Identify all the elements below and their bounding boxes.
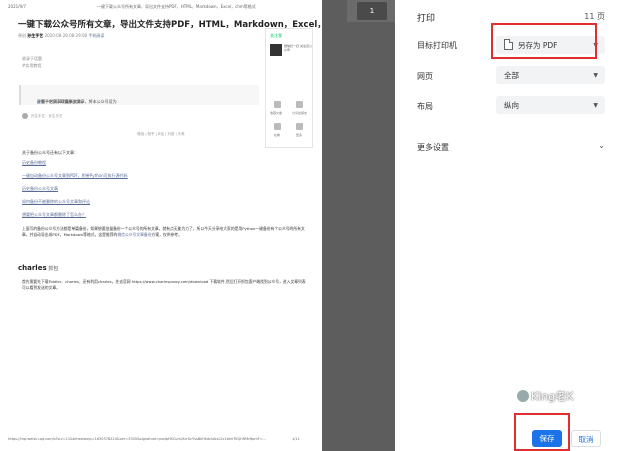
page-header-date: 2021/9/7 — [8, 4, 26, 9]
print-settings-panel: 打印 11 页 目标打印机 另存为 PDF ▼ 网页 全部 ▼ 布局 纵向 ▼ … — [395, 0, 619, 451]
follow-desc: 微信扫一扫 关注该公众号 — [284, 44, 312, 52]
print-title: 打印 — [417, 14, 436, 24]
meta-date: 2020-08-28 08:29:08 — [44, 33, 88, 38]
share-icon — [296, 101, 303, 108]
chevron-down-icon[interactable]: ⌄ — [598, 141, 605, 150]
pages-select[interactable]: 全部 ▼ — [496, 66, 605, 84]
sheet-count: 11 页 — [584, 12, 605, 21]
page-footer-url: https://mp.weixin.qq.com/s?src=11&timest… — [8, 437, 267, 441]
meta-link: 手机阅读 — [88, 33, 105, 38]
article-link: 想要把公众号文章都删除了怎么办？ — [22, 212, 86, 217]
article-link: 历史备份教程 — [22, 160, 46, 165]
destination-highlight-box — [491, 23, 597, 59]
destination-label: 目标打印机 — [417, 41, 457, 50]
author-avatar — [22, 113, 28, 119]
meta-prefix: 原创 — [18, 33, 26, 38]
more-settings-toggle[interactable]: 更多设置 — [417, 142, 449, 153]
author-line: 孙生手艺：孙生手艺 — [31, 114, 63, 118]
section-heading: charles 抓包 — [18, 264, 59, 272]
pages-value: 全部 — [504, 71, 519, 80]
follow-card: 关注我 微信扫一扫 关注该公众号 收藏文章 分享给朋友 在看 更多 — [265, 28, 313, 148]
topic-tag: #实用教程 — [22, 63, 42, 68]
article-link: 如何备份不被删除的公众号文章和评论 — [22, 199, 90, 204]
watermark: King老K — [517, 388, 573, 404]
preview-scroll-area[interactable] — [322, 0, 395, 451]
page-number-badge: 1 — [357, 2, 387, 20]
topic-label: 收录于话题 — [22, 56, 42, 61]
article-link: 历史备份公众号文章 — [22, 186, 58, 191]
body-paragraph: 上面写的备份公众号方法都是单篇备份，如果想要批量备份一个公众号的所有文章，就有点… — [22, 226, 305, 237]
page-header-title: 一键下载公众号所有文章，导出文件支持PDF，HTML，Markdown，Exce… — [97, 4, 256, 9]
article-meta: 原创 孙生手艺 2020-08-28 08:29:08 手机阅读 — [18, 33, 104, 39]
layout-select[interactable]: 纵向 ▼ — [496, 96, 605, 114]
card-icon-label: 分享给朋友 — [292, 111, 308, 115]
save-highlight-box — [514, 413, 570, 451]
quote-block: 孙生手艺第167篇原创文章，将本公众号设为 星标 ，第一时间获取最新文章。 — [19, 85, 259, 105]
social-links: 微信 | 知乎 | B站 | 抖音 | 头条 — [137, 132, 185, 136]
more-icon — [296, 123, 303, 130]
layout-label: 布局 — [417, 102, 433, 111]
body-paragraph: 首先需要先下载Fiddler、charles、还有利用charles，先去官网 … — [22, 279, 306, 290]
preview-page: 2021/9/7 一键下载公众号所有文章，导出文件支持PDF，HTML，Mark… — [0, 0, 322, 451]
favorite-icon — [274, 101, 281, 108]
like-icon — [274, 123, 281, 130]
chevron-down-icon: ▼ — [593, 102, 598, 109]
print-preview: 2021/9/7 一键下载公众号所有文章，导出文件支持PDF，HTML，Mark… — [0, 0, 395, 451]
article-link: 一键自动备份公众号文章到PDF，附带Python可执行源代码 — [22, 173, 128, 178]
pages-label: 网页 — [417, 72, 433, 81]
watermark-logo-icon — [517, 390, 529, 402]
intro-text: 关于备份公众号还有以下文章： — [22, 150, 78, 155]
meta-account: 孙生手艺 — [27, 33, 44, 38]
cancel-button[interactable]: 取消 — [571, 430, 601, 447]
page-footer-number: 1/11 — [292, 437, 300, 441]
follow-label: 关注我 — [270, 33, 282, 38]
chevron-down-icon: ▼ — [593, 72, 598, 79]
card-icon-label: 收藏文章 — [270, 111, 283, 115]
qr-code-icon — [270, 44, 282, 56]
layout-value: 纵向 — [504, 101, 519, 110]
